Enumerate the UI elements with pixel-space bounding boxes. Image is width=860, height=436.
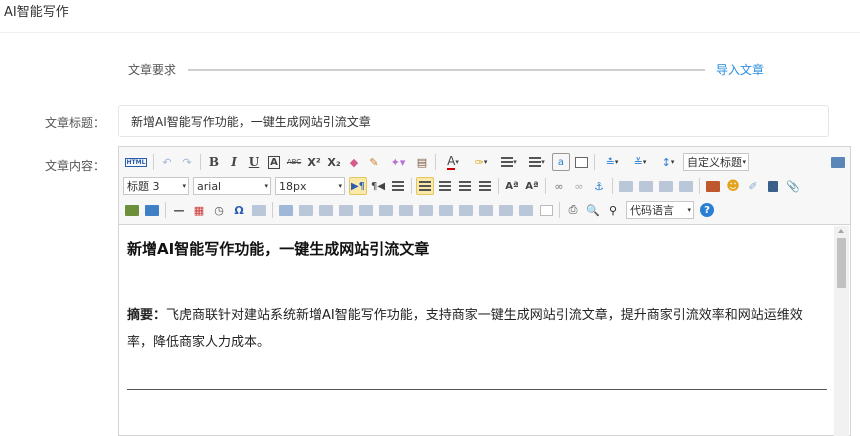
editor-scrollbar[interactable] (834, 226, 849, 436)
uppercase-icon[interactable]: Aª (503, 177, 521, 195)
insert-table-icon[interactable] (277, 201, 295, 219)
document-horizontal-rule (127, 389, 827, 390)
superscript-icon[interactable]: X² (305, 153, 323, 171)
step-connector-line (188, 69, 705, 71)
code-language-select[interactable]: 代码语言 ▾ (626, 201, 694, 219)
article-title-input[interactable] (118, 105, 829, 137)
paste-text-icon[interactable]: ▤ (413, 153, 431, 171)
line-height-icon[interactable]: ↕ ▾ (655, 153, 681, 171)
chart-icon[interactable] (537, 201, 555, 219)
scrawl-icon[interactable]: ✐ (744, 177, 762, 195)
split-rows-icon[interactable] (497, 201, 515, 219)
bold-icon[interactable]: B (205, 153, 223, 171)
background-color-icon[interactable]: ✑ ▾ (468, 153, 494, 171)
emotion-icon[interactable]: ☻ (724, 177, 742, 195)
help-icon[interactable]: ? (698, 201, 716, 219)
font-size-select[interactable]: 18px ▾ (275, 177, 345, 195)
anchor-icon[interactable]: ⚓ (590, 177, 608, 195)
time-icon[interactable]: ◷ (210, 201, 228, 219)
summary-label: 摘要： (127, 308, 167, 323)
eraser-icon[interactable]: ◆ (345, 153, 363, 171)
header-divider (0, 32, 860, 33)
date-icon[interactable]: ▦ (190, 201, 208, 219)
rtl-direction-icon[interactable]: ¶◀ (369, 177, 387, 195)
align-justify-icon[interactable] (476, 177, 494, 195)
subscript-icon[interactable]: X₂ (325, 153, 343, 171)
editor-content[interactable]: 新增AI智能写作功能，一键生成网站引流文章 摘要：飞虎商联针对建站系统新增AI智… (119, 226, 834, 436)
align-left-icon[interactable] (416, 177, 434, 195)
content-label: 文章内容： (45, 159, 106, 173)
font-family-select[interactable]: arial ▾ (193, 177, 271, 195)
undo-icon[interactable]: ↶ (158, 153, 176, 171)
lowercase-icon[interactable]: Aª (523, 177, 541, 195)
preview-icon[interactable]: 🔍 (584, 201, 602, 219)
select-all-icon[interactable]: a (552, 153, 570, 171)
insert-paragraph-before-table-icon[interactable] (317, 201, 335, 219)
custom-heading-select[interactable]: 自定义标题 ▾ (683, 153, 749, 171)
align-right-icon[interactable] (456, 177, 474, 195)
insert-row-icon[interactable] (337, 201, 355, 219)
underline-icon[interactable]: U (245, 153, 263, 171)
image-right-icon[interactable] (657, 177, 675, 195)
font-border-icon[interactable]: A (265, 153, 283, 171)
split-cols-icon[interactable] (517, 201, 535, 219)
summary-text: 飞虎商联针对建站系统新增AI智能写作功能，支持商家一键生成网站引流文章，提升商家… (127, 308, 803, 350)
clear-document-icon[interactable] (572, 153, 590, 171)
merge-down-icon[interactable] (457, 201, 475, 219)
link-icon[interactable]: ∞ (550, 177, 568, 195)
ltr-direction-icon[interactable]: ▶¶ (349, 177, 367, 195)
document-heading: 新增AI智能写作功能，一键生成网站引流文章 (127, 240, 430, 258)
insert-image-icon[interactable] (704, 177, 722, 195)
merge-cells-icon[interactable] (417, 201, 435, 219)
delete-col-icon[interactable] (397, 201, 415, 219)
merge-right-icon[interactable] (437, 201, 455, 219)
html-source-button[interactable]: HTML (123, 153, 149, 171)
align-center-icon[interactable] (436, 177, 454, 195)
image-center-icon[interactable] (677, 177, 695, 195)
word-image-icon[interactable] (250, 201, 268, 219)
split-cells-icon[interactable] (477, 201, 495, 219)
strikethrough-icon[interactable]: ABC (285, 153, 303, 171)
map-icon[interactable] (143, 201, 161, 219)
step-article-requirements[interactable]: 文章要求 (128, 61, 176, 78)
step-import-article[interactable]: 导入文章 (716, 61, 764, 78)
image-none-icon[interactable] (617, 177, 635, 195)
image-left-icon[interactable] (637, 177, 655, 195)
search-replace-icon[interactable]: ⚲ (604, 201, 622, 219)
redo-icon[interactable]: ↷ (178, 153, 196, 171)
step-progress: 文章要求 导入文章 (0, 60, 860, 80)
attachment-icon[interactable]: 📎 (784, 177, 802, 195)
row-spacing-top-icon[interactable]: ≛ ▾ (599, 153, 625, 171)
rich-text-editor[interactable]: HTML ↶ ↷ B I U A ABC X² X₂ ◆ ✎ ✦▾ ▤ A ▾ ✑… (118, 146, 851, 436)
fullscreen-icon[interactable] (829, 153, 847, 171)
ordered-list-icon[interactable]: ▾ (496, 153, 522, 171)
title-label: 文章标题： (45, 116, 106, 130)
insert-col-icon[interactable] (377, 201, 395, 219)
special-chars-icon[interactable]: Ω (230, 201, 248, 219)
print-icon[interactable]: ⎙ (564, 201, 582, 219)
editor-toolbar: HTML ↶ ↷ B I U A ABC X² X₂ ◆ ✎ ✦▾ ▤ A ▾ ✑… (119, 147, 850, 225)
scrollbar-thumb[interactable] (837, 238, 846, 288)
format-brush-icon[interactable]: ✎ (365, 153, 383, 171)
document-summary: 摘要：飞虎商联针对建站系统新增AI智能写作功能，支持商家一键生成网站引流文章，提… (127, 302, 826, 356)
italic-icon[interactable]: I (225, 153, 243, 171)
insert-video-icon[interactable] (764, 177, 782, 195)
page-title: AI智能写作 (4, 5, 69, 20)
horizontal-rule-icon[interactable]: — (170, 201, 188, 219)
scroll-up-arrow-icon[interactable] (838, 229, 844, 233)
unlink-icon[interactable]: ∞ (570, 177, 588, 195)
auto-format-icon[interactable]: ✦▾ (385, 153, 411, 171)
row-spacing-bottom-icon[interactable]: ≚ ▾ (627, 153, 653, 171)
delete-row-icon[interactable] (357, 201, 375, 219)
delete-table-icon[interactable] (297, 201, 315, 219)
insert-frame-icon[interactable] (123, 201, 141, 219)
paragraph-format-select[interactable]: 标题 3 ▾ (123, 177, 189, 195)
unordered-list-icon[interactable]: ▾ (524, 153, 550, 171)
font-color-icon[interactable]: A ▾ (440, 153, 466, 171)
indent-icon[interactable] (389, 177, 407, 195)
